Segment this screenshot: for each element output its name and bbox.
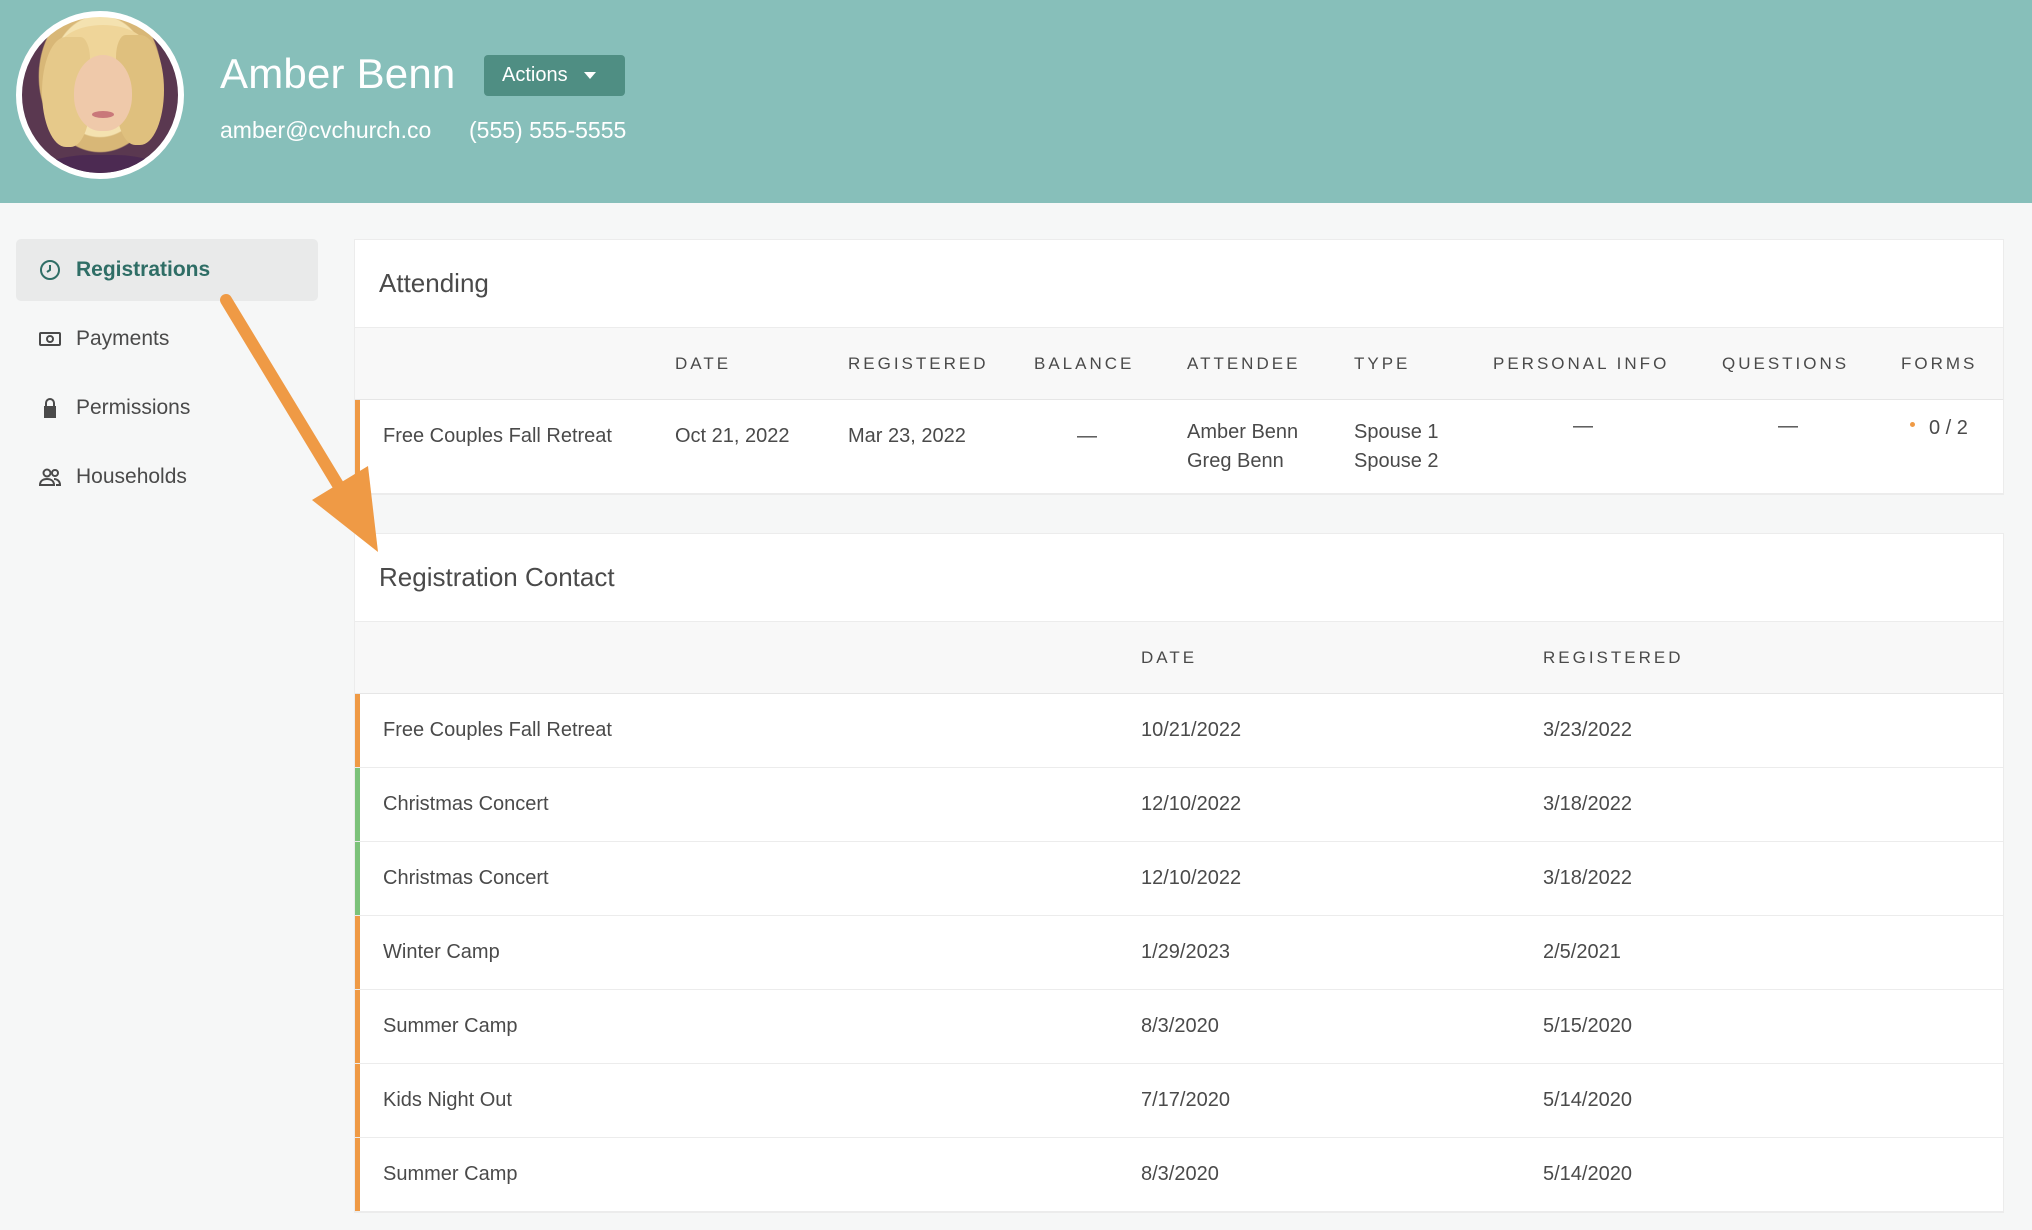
column-header-personal-info[interactable]: PERSONAL INFO xyxy=(1493,328,1669,400)
avatar-lips xyxy=(92,111,114,118)
users-icon xyxy=(38,465,62,489)
lock-icon xyxy=(38,396,62,420)
sidebar-nav: Registrations Payments Permissions House… xyxy=(16,239,318,515)
registration-contact-panel: Registration Contact DATE REGISTERED Fre… xyxy=(354,533,2004,1213)
personal-info-value: — xyxy=(1573,415,1593,437)
avatar-face xyxy=(74,55,132,131)
questions-value: — xyxy=(1778,415,1798,437)
registration-name[interactable]: Kids Night Out xyxy=(383,1086,512,1115)
table-row[interactable]: Summer Camp 8/3/2020 5/15/2020 xyxy=(355,990,2003,1064)
actions-button-label: Actions xyxy=(502,64,568,86)
table-row[interactable]: Summer Camp 8/3/2020 5/14/2020 xyxy=(355,1138,2003,1212)
attendee-1[interactable]: Amber Benn xyxy=(1187,418,1298,447)
clock-icon xyxy=(38,258,62,282)
registration-name[interactable]: Summer Camp xyxy=(383,1012,517,1041)
column-header-balance[interactable]: BALANCE xyxy=(1034,328,1134,400)
table-row[interactable]: Kids Night Out 7/17/2020 5/14/2020 xyxy=(355,1064,2003,1138)
attending-panel: Attending DATE REGISTERED BALANCE ATTEND… xyxy=(354,239,2004,495)
table-row[interactable]: Winter Camp 1/29/2023 2/5/2021 xyxy=(355,916,2003,990)
registration-date: Oct 21, 2022 xyxy=(675,425,790,447)
column-header-date[interactable]: DATE xyxy=(1141,622,1197,694)
registration-registered: 5/14/2020 xyxy=(1543,1163,1632,1185)
registration-name[interactable]: Free Couples Fall Retreat xyxy=(383,422,612,451)
type-1: Spouse 1 xyxy=(1354,421,1439,443)
panel-title: Registration Contact xyxy=(355,534,2003,622)
contact-phone[interactable]: (555) 555-5555 xyxy=(469,117,626,144)
forms-count: 0 / 2 xyxy=(1929,417,1968,439)
column-header-registered[interactable]: REGISTERED xyxy=(848,328,989,400)
registration-date: 1/29/2023 xyxy=(1141,941,1230,963)
column-header-forms[interactable]: FORMS xyxy=(1901,328,1977,400)
registration-date: 12/10/2022 xyxy=(1141,793,1242,815)
avatar-shirt xyxy=(42,155,162,173)
registration-registered: Mar 23, 2022 xyxy=(848,425,966,447)
contact-email[interactable]: amber@cvchurch.co xyxy=(220,117,431,144)
caret-down-icon xyxy=(583,72,596,79)
forms-value[interactable]: 0 / 2 xyxy=(1910,414,1968,443)
sidebar-item-label: Payments xyxy=(76,327,170,350)
table-header: DATE REGISTERED xyxy=(355,622,2003,694)
profile-header: Amber Benn Actions amber@cvchurch.co (55… xyxy=(0,0,2032,203)
registration-balance: — xyxy=(1077,425,1097,447)
table-row[interactable]: Free Couples Fall Retreat Oct 21, 2022 M… xyxy=(355,400,2003,494)
registration-name[interactable]: Summer Camp xyxy=(383,1160,517,1189)
sidebar-item-permissions[interactable]: Permissions xyxy=(16,377,318,439)
registration-registered: 5/15/2020 xyxy=(1543,1015,1632,1037)
table-header: DATE REGISTERED BALANCE ATTENDEE TYPE PE… xyxy=(355,328,2003,400)
actions-button[interactable]: Actions xyxy=(484,55,625,96)
sidebar-item-payments[interactable]: Payments xyxy=(16,308,318,370)
registration-date: 8/3/2020 xyxy=(1141,1015,1219,1037)
table-row[interactable]: Christmas Concert 12/10/2022 3/18/2022 xyxy=(355,842,2003,916)
panel-title: Attending xyxy=(355,240,2003,328)
column-header-type[interactable]: TYPE xyxy=(1354,328,1410,400)
avatar[interactable] xyxy=(16,11,184,179)
type-2: Spouse 2 xyxy=(1354,450,1439,472)
registration-name[interactable]: Free Couples Fall Retreat xyxy=(383,716,612,745)
column-header-date[interactable]: DATE xyxy=(675,328,731,400)
person-name: Amber Benn xyxy=(220,50,456,97)
table-row[interactable]: Free Couples Fall Retreat 10/21/2022 3/2… xyxy=(355,694,2003,768)
status-dot-icon xyxy=(1910,422,1915,428)
registration-registered: 3/18/2022 xyxy=(1543,867,1632,889)
sidebar-item-label: Registrations xyxy=(76,258,211,281)
column-header-questions[interactable]: QUESTIONS xyxy=(1722,328,1849,400)
registration-date: 12/10/2022 xyxy=(1141,867,1242,889)
money-icon xyxy=(38,327,62,351)
registration-name[interactable]: Winter Camp xyxy=(383,938,500,967)
registration-registered: 2/5/2021 xyxy=(1543,941,1621,963)
registration-registered: 5/14/2020 xyxy=(1543,1089,1632,1111)
registration-date: 7/17/2020 xyxy=(1141,1089,1230,1111)
registration-name[interactable]: Christmas Concert xyxy=(383,790,549,819)
registration-registered: 3/18/2022 xyxy=(1543,793,1632,815)
registration-name[interactable]: Christmas Concert xyxy=(383,864,549,893)
sidebar-item-label: Households xyxy=(76,465,187,488)
attendee-2[interactable]: Greg Benn xyxy=(1187,447,1284,476)
registration-registered: 3/23/2022 xyxy=(1543,719,1632,741)
sidebar-item-label: Permissions xyxy=(76,396,191,419)
table-row[interactable]: Christmas Concert 12/10/2022 3/18/2022 xyxy=(355,768,2003,842)
sidebar-item-registrations[interactable]: Registrations xyxy=(16,239,318,301)
sidebar-item-households[interactable]: Households xyxy=(16,446,318,508)
column-header-registered[interactable]: REGISTERED xyxy=(1543,622,1684,694)
column-header-attendee[interactable]: ATTENDEE xyxy=(1187,328,1300,400)
registration-date: 8/3/2020 xyxy=(1141,1163,1219,1185)
registration-date: 10/21/2022 xyxy=(1141,719,1242,741)
